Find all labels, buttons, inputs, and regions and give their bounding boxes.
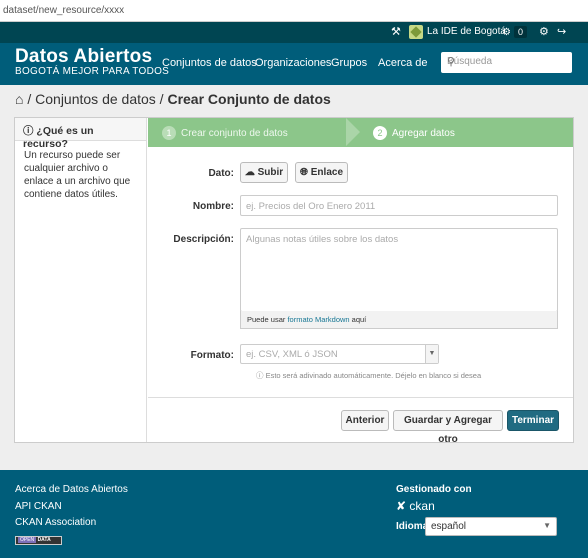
settings-gear-icon[interactable]: ⚙: [539, 26, 549, 39]
sidebar-heading: ⓘ ¿Qué es un recurso?: [15, 118, 146, 150]
url-bar[interactable]: dataset/new_resource/xxxx: [0, 0, 588, 22]
stage-label: Agregar datos: [392, 128, 455, 139]
breadcrumb-separator: /: [159, 91, 164, 107]
description-textarea[interactable]: Algunas notas útiles sobre los datos: [240, 228, 558, 312]
cloud-upload-icon: ☁: [244, 167, 255, 178]
open-data-badge-right: DATA: [37, 537, 51, 543]
open-data-badge-left: OPEN: [18, 537, 37, 543]
info-icon: ⓘ: [256, 371, 264, 380]
stage-number: 1: [162, 126, 176, 140]
link-button[interactable]: 🌐︎ Enlace: [295, 162, 348, 183]
site-brand[interactable]: Datos Abiertos BOGOTÁ MEJOR PARA TODOS: [15, 47, 169, 77]
language-select[interactable]: español ▼: [425, 517, 557, 536]
brand-subtitle: BOGOTÁ MEJOR PARA TODOS: [15, 66, 170, 77]
format-hint-text: Esto será adivinado automáticamente. Déj…: [265, 371, 482, 380]
organization-logo-icon[interactable]: [409, 25, 423, 39]
brand-title: Datos Abiertos: [15, 46, 153, 67]
stage-progress: 1 Crear conjunto de datos 2 Agregar datos: [148, 118, 573, 147]
previous-button[interactable]: Anterior: [341, 410, 389, 431]
info-icon: ⓘ: [23, 125, 34, 137]
breadcrumb-datasets-link[interactable]: Conjuntos de datos: [35, 91, 156, 107]
footer-link-ckan-association[interactable]: CKAN Association: [15, 517, 96, 528]
format-placeholder: ej. CSV, XML ó JSON: [246, 349, 338, 360]
hammer-icon[interactable]: ⚒: [391, 26, 401, 39]
footer: Acerca de Datos Abiertos API CKAN CKAN A…: [0, 470, 588, 558]
stage-create-dataset[interactable]: 1 Crear conjunto de datos: [162, 126, 288, 140]
breadcrumb-separator: /: [27, 91, 32, 107]
sidebar: ⓘ ¿Qué es un recurso? Un recurso puede s…: [15, 118, 147, 442]
description-label: Descripción:: [173, 234, 234, 245]
name-label: Nombre:: [192, 201, 234, 212]
stage-number: 2: [373, 126, 387, 140]
format-input[interactable]: ej. CSV, XML ó JSON ▼: [240, 344, 439, 364]
markdown-link[interactable]: formato Markdown: [287, 315, 349, 324]
footer-link-api[interactable]: API CKAN: [15, 501, 62, 512]
upload-button[interactable]: ☁ Subir: [240, 162, 288, 183]
chevron-down-icon[interactable]: ▼: [425, 345, 438, 363]
form-actions: Anterior Guardar y Agregar otro Terminar: [148, 397, 573, 445]
url-text: dataset/new_resource/xxxx: [3, 5, 125, 16]
home-icon[interactable]: ⌂: [15, 91, 23, 107]
sidebar-description: Un recurso puede ser cualquier archivo o…: [24, 150, 131, 200]
link-label: Enlace: [310, 167, 344, 178]
data-label: Dato:: [208, 168, 234, 179]
markdown-note-suffix: aquí: [351, 315, 367, 324]
search-icon[interactable]: ⚲: [447, 55, 566, 68]
markdown-note-prefix: Puede usar: [247, 315, 286, 324]
markdown-note: Puede usar formato Markdown aquí: [240, 311, 558, 329]
ckan-logo[interactable]: ✘ ckan: [396, 499, 435, 513]
site-name-link[interactable]: La IDE de Bogotá: [427, 26, 506, 37]
stage-add-data: 2 Agregar datos: [373, 126, 455, 140]
open-data-badge[interactable]: OPEN DATA: [15, 536, 62, 545]
logout-icon[interactable]: ↪: [557, 26, 566, 39]
language-value: español: [431, 521, 467, 532]
nav-datasets[interactable]: Conjuntos de datos: [162, 57, 257, 69]
ckan-logo-icon: ✘: [396, 499, 407, 513]
account-bar: ⚒ La IDE de Bogotá ⚙ 0 ⚙ ↪: [0, 22, 588, 43]
finish-button[interactable]: Terminar: [507, 410, 559, 431]
nav-organizations[interactable]: Organizaciones: [255, 57, 331, 69]
nav-groups[interactable]: Grupos: [331, 57, 367, 69]
managed-by-label: Gestionado con: [396, 484, 472, 495]
save-and-add-button[interactable]: Guardar y Agregar otro: [393, 410, 503, 445]
format-label: Formato:: [190, 350, 234, 361]
description-placeholder: Algunas notas útiles sobre los datos: [246, 234, 399, 245]
stage-arrow: [346, 118, 360, 146]
ckan-logo-text: ckan: [409, 499, 435, 513]
dashboard-icon[interactable]: ⚙: [502, 26, 511, 39]
breadcrumb-current: Crear Conjunto de datos: [167, 91, 331, 107]
masthead: Datos Abiertos BOGOTÁ MEJOR PARA TODOS C…: [0, 43, 588, 85]
chevron-down-icon[interactable]: ▼: [543, 521, 551, 530]
search-input[interactable]: Búsqueda ⚲: [441, 52, 572, 73]
footer-link-about[interactable]: Acerca de Datos Abiertos: [15, 484, 128, 495]
format-hint: ⓘ Esto será adivinado automáticamente. D…: [256, 370, 481, 381]
nav-about[interactable]: Acerca de: [378, 57, 428, 69]
upload-label: Subir: [257, 167, 284, 178]
globe-icon: 🌐︎: [299, 167, 308, 178]
name-input[interactable]: ej. Precios del Oro Enero 2011: [240, 195, 558, 216]
name-placeholder: ej. Precios del Oro Enero 2011: [246, 201, 376, 212]
breadcrumb: ⌂ / Conjuntos de datos / Crear Conjunto …: [15, 91, 331, 107]
notification-count-badge[interactable]: 0: [514, 26, 528, 38]
content-panel: ⓘ ¿Qué es un recurso? Un recurso puede s…: [14, 117, 574, 445]
stage-label: Crear conjunto de datos: [181, 128, 288, 139]
